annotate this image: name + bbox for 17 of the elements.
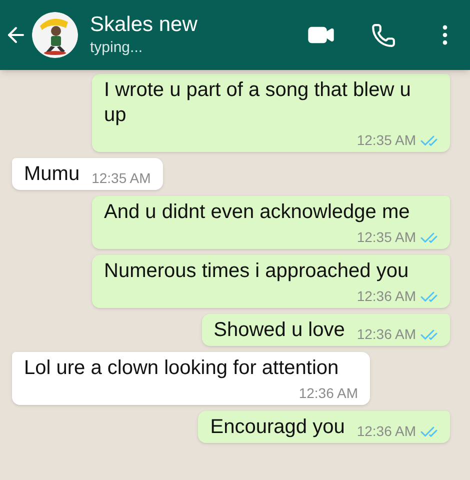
message-text: Mumu [24, 162, 80, 187]
message-time: 12:36 AM [356, 325, 416, 344]
contact-status: typing... [90, 38, 144, 58]
message-text: Showed u love [214, 318, 345, 343]
message-time: 12:36 AM [356, 287, 416, 306]
message-time: 12:35 AM [356, 131, 416, 150]
message-time: 12:35 AM [92, 169, 151, 188]
message-text: Encouragd you [210, 415, 345, 440]
message-text: And u didnt even acknowledge me [104, 200, 410, 225]
message-time: 12:35 AM [356, 228, 416, 247]
message-time: 12:36 AM [298, 384, 358, 403]
phone-call-icon[interactable] [371, 22, 396, 48]
message-text: Lol ure a clown looking for attention [24, 356, 339, 381]
contact-name: Skales new [90, 12, 198, 38]
message-text: I wrote u part of a song that blew u up [104, 78, 412, 128]
message-text: Numerous times i approached you [104, 259, 409, 284]
message-time: 12:36 AM [356, 422, 416, 441]
